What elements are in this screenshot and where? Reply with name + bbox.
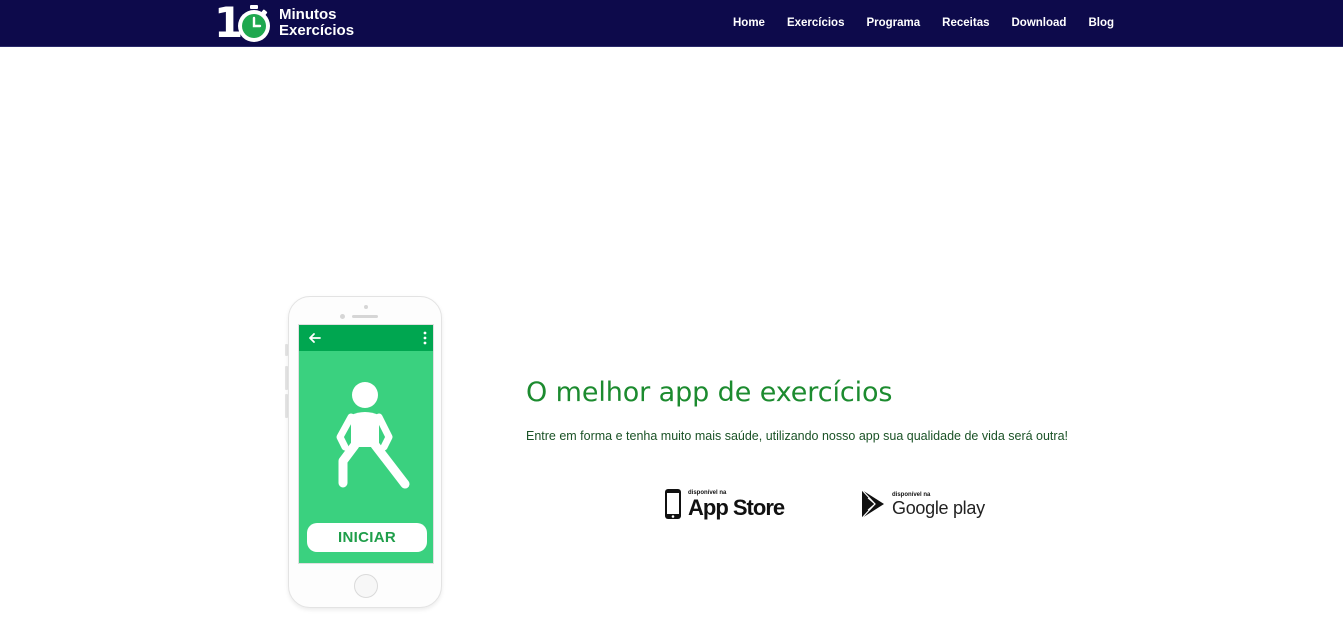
phone-mockup: INICIAR	[285, 296, 442, 610]
app-store-label: App Store	[688, 494, 785, 520]
navbar: 1 Minutos Exercícios Home Exercícios Pro…	[0, 0, 1343, 47]
nav-download[interactable]: Download	[1011, 17, 1066, 29]
main-nav: Home Exercícios Programa Receitas Downlo…	[733, 0, 1114, 45]
stopwatch-icon	[238, 5, 270, 42]
phone-body: INICIAR	[288, 296, 442, 608]
nav-receitas[interactable]: Receitas	[942, 17, 989, 29]
arrow-back-icon[interactable]	[307, 330, 323, 346]
phone-speaker	[352, 315, 378, 318]
logo-line2: Exercícios	[279, 22, 355, 39]
site-logo[interactable]: 1 Minutos Exercícios	[214, 2, 354, 44]
phone-sensor	[364, 305, 368, 309]
google-play-caption: disponível na	[892, 491, 931, 498]
nav-home[interactable]: Home	[733, 17, 765, 29]
iphone-icon	[665, 489, 681, 519]
app-bar	[299, 325, 433, 351]
logo-text: Minutos Exercícios	[279, 7, 354, 39]
google-play-label: Google play	[892, 497, 985, 518]
phone-home-button	[354, 574, 378, 598]
nav-programa[interactable]: Programa	[866, 17, 920, 29]
exercise-figure-icon	[336, 382, 410, 489]
app-store-badge[interactable]: disponível na App Store	[664, 488, 785, 520]
page-headline: O melhor app de exercícios	[526, 377, 893, 408]
start-button[interactable]: INICIAR	[307, 523, 427, 552]
page-subtitle: Entre em forma e tenha muito mais saúde,…	[526, 429, 1068, 443]
google-play-text: disponível na Google play	[892, 492, 985, 517]
phone-screen: INICIAR	[298, 324, 434, 564]
more-vertical-icon[interactable]	[423, 331, 427, 345]
app-store-text: disponível na App Store	[688, 490, 785, 520]
logo-mark: 1	[214, 2, 272, 44]
nav-exercicios[interactable]: Exercícios	[787, 17, 845, 29]
nav-blog[interactable]: Blog	[1088, 17, 1114, 29]
phone-camera	[340, 314, 345, 319]
google-play-badge[interactable]: disponível na Google play	[860, 489, 985, 519]
logo-line1: Minutos	[279, 6, 337, 23]
google-play-icon	[861, 489, 884, 519]
